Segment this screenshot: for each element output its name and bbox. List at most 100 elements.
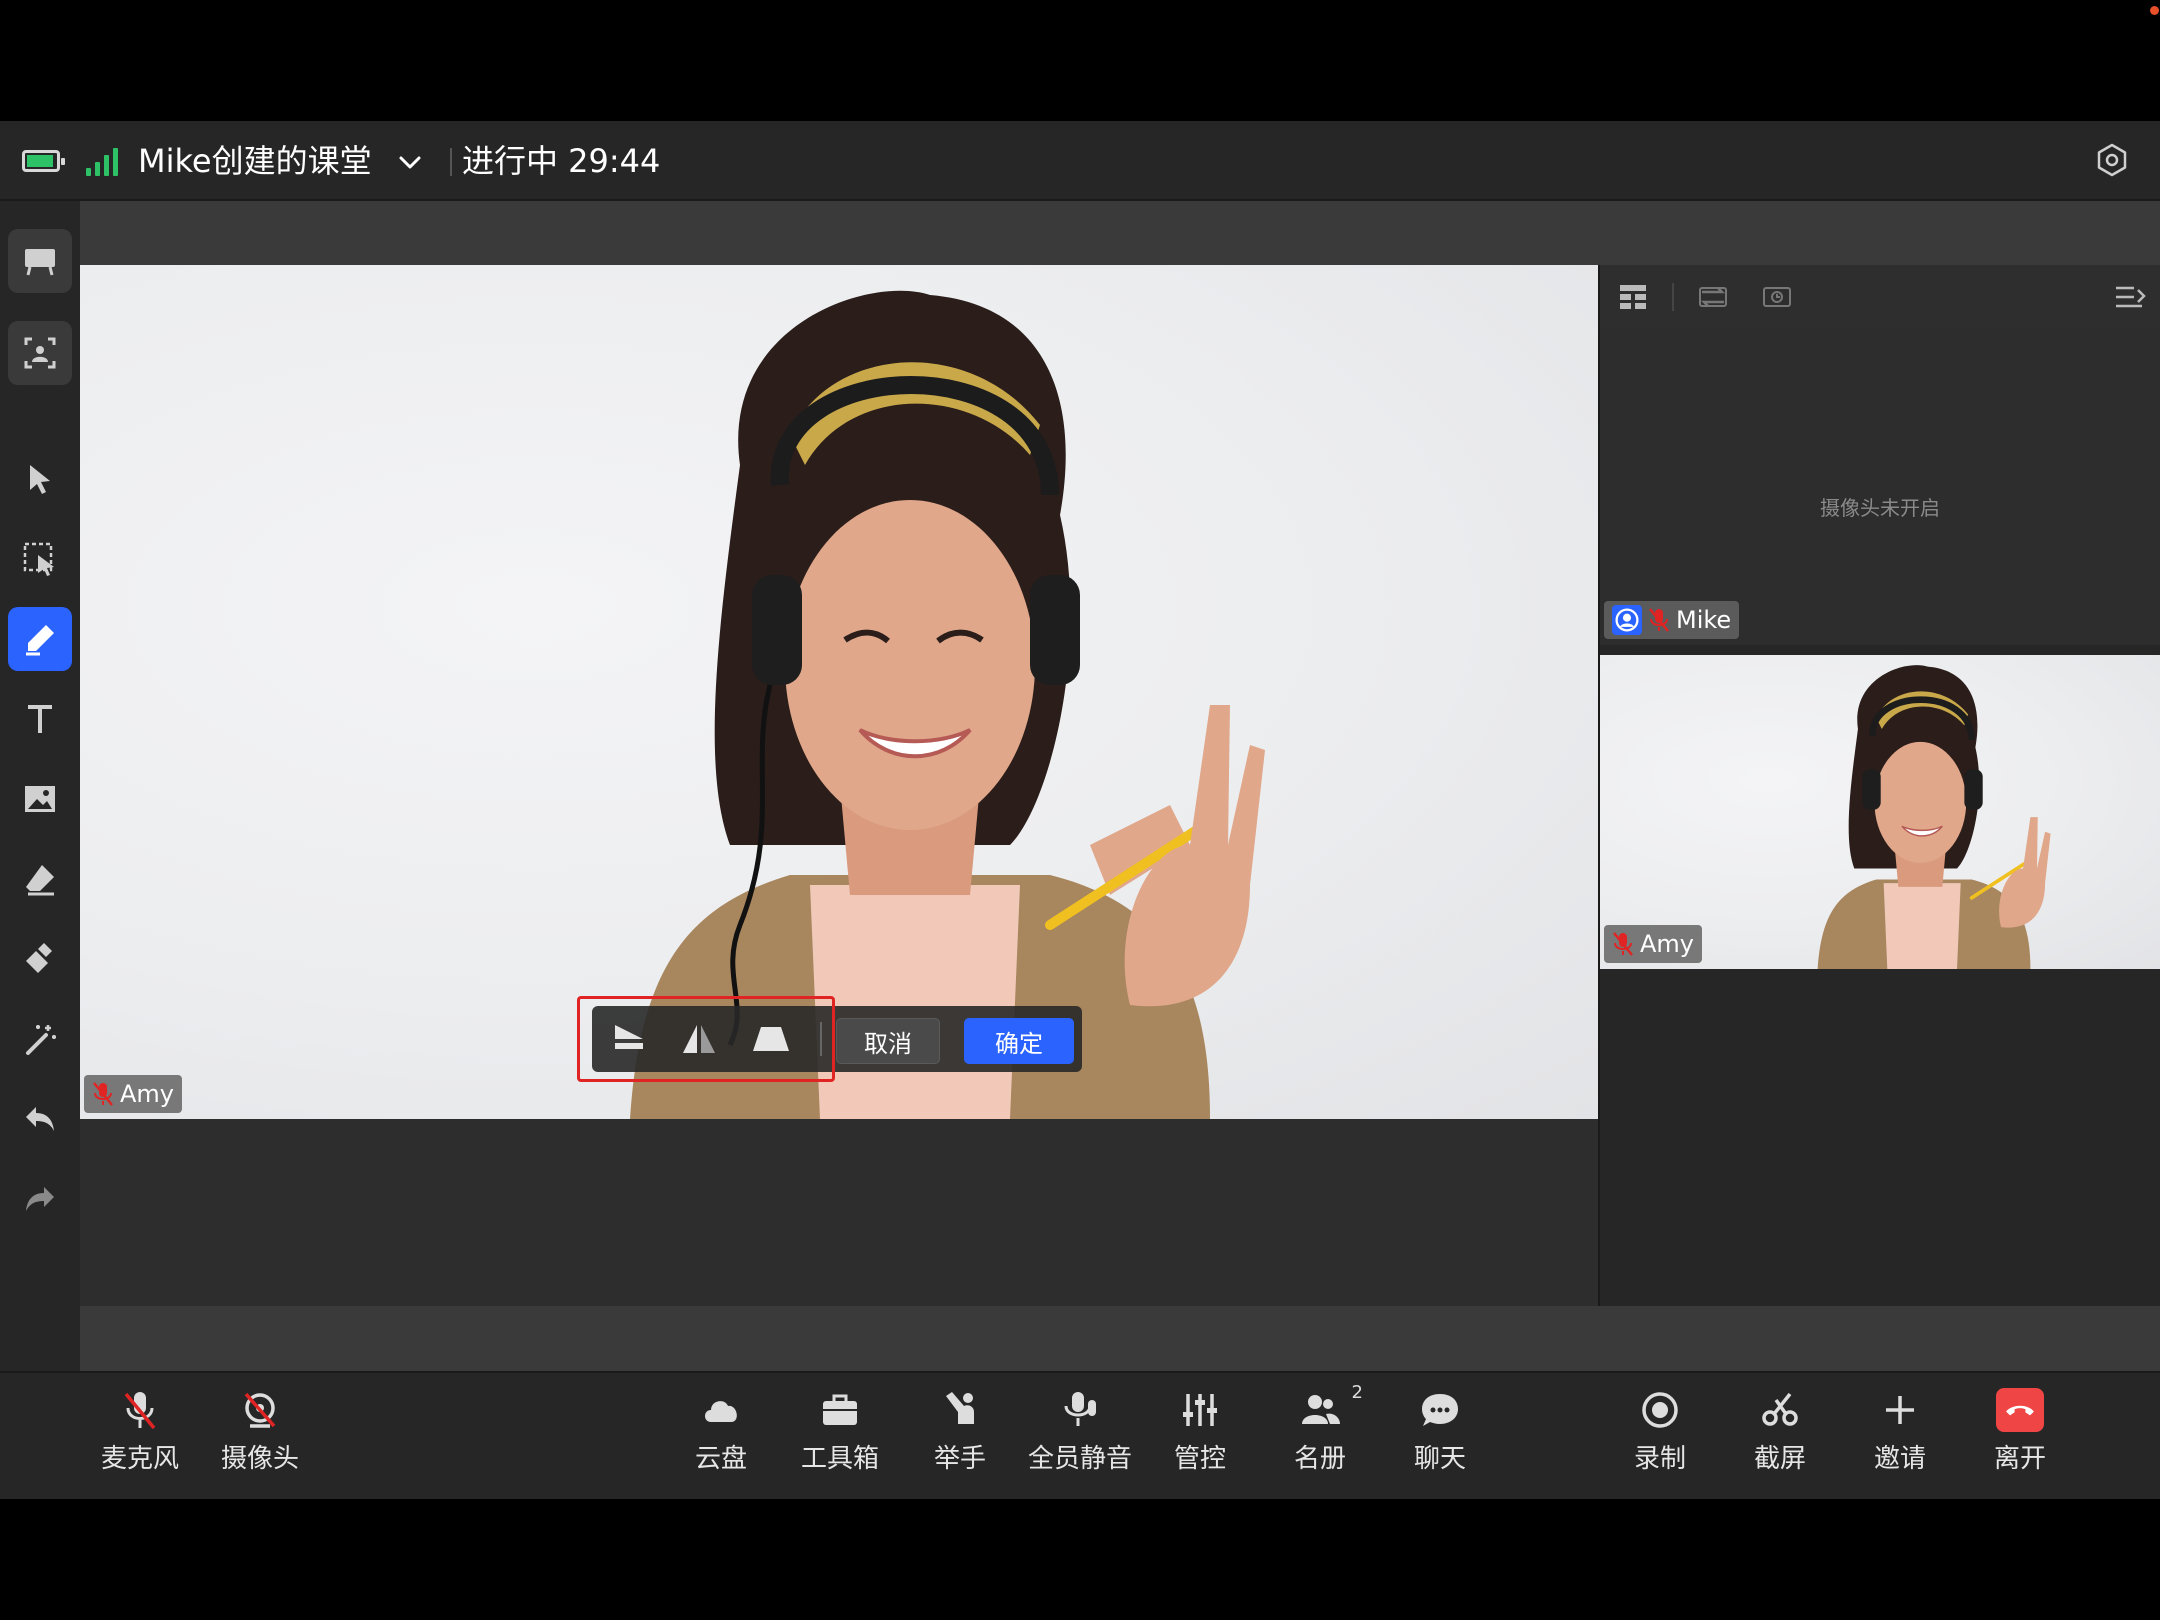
microphone-button[interactable]: 麦克风 [85,1388,195,1475]
roster-label: 名册 [1293,1444,1346,1474]
screenshot-label: 截屏 [1753,1444,1806,1474]
video-tile-mike[interactable] [1600,329,2160,645]
raise-hand-button[interactable]: 举手 [905,1388,1015,1475]
text-tool[interactable] [8,687,72,751]
mute-all-label: 全员静音 [1027,1444,1132,1474]
participant-video-frame [630,290,1265,1119]
whiteboard-icon [25,249,55,276]
video-tile-amy[interactable]: Amy [1600,655,2160,969]
header-divider [1672,283,1674,311]
undo-icon [26,1107,54,1131]
control-label: 管控 [1173,1444,1226,1474]
control-button[interactable]: 管控 [1145,1388,1255,1475]
redo-tool[interactable] [8,1167,72,1231]
toolbox-label: 工具箱 [800,1444,879,1474]
chat-button[interactable]: 聊天 [1385,1388,1495,1475]
mute-all-button[interactable]: 全员静音 [1025,1388,1135,1475]
cursor-arrow-icon [30,465,50,494]
people-icon [1302,1395,1340,1424]
undo-tool[interactable] [8,1087,72,1151]
image-icon [25,786,55,812]
pen-icon [26,625,54,656]
eraser-tool[interactable] [8,847,72,911]
participant-name: Amy [1640,930,1694,958]
mic-off-icon [124,1392,156,1430]
redo-icon [26,1187,54,1211]
highlight-box [577,996,835,1082]
roster-button[interactable]: 2 名册 [1265,1382,1375,1475]
class-status: 进行中 29:44 [462,142,661,180]
microphone-label: 麦克风 [100,1444,179,1474]
eraser-icon [26,865,54,896]
cloud-icon [705,1401,737,1422]
participant-video-thumbnail [1817,665,2051,969]
magic-wand-icon [26,1025,56,1055]
whiteboard-tool[interactable] [8,229,72,293]
stage-empty-area [80,1119,1598,1306]
chevron-down-icon[interactable] [396,148,424,176]
raise-hand-icon [946,1392,974,1424]
camera-off-label: 摄像头未开启 [1820,496,1940,520]
participant-name-tag-amy: Amy [1604,925,1702,963]
recording-indicator-dot [2150,6,2159,15]
hang-up-icon [2006,1405,2034,1416]
pen-tool[interactable] [8,607,72,671]
user-avatar-icon [1612,605,1642,635]
collapse-panel-icon[interactable] [2112,280,2146,314]
settings-icon[interactable] [2094,142,2130,178]
main-video[interactable]: Amy [80,265,1598,1119]
toolbox-button[interactable]: 工具箱 [785,1388,895,1475]
area-select-icon [23,542,54,576]
record-button[interactable]: 录制 [1605,1388,1715,1475]
mic-muted-icon [93,1082,113,1106]
participant-name-tag-mike: Mike [1604,601,1740,639]
participant-name-tag: Amy [84,1075,182,1113]
cancel-button[interactable]: 取消 [836,1018,940,1064]
area-select-tool[interactable] [8,527,72,591]
title-divider [450,148,452,176]
roster-count-badge: 2 [1351,1382,1363,1403]
left-toolbar [0,201,80,1371]
cloud-drive-label: 云盘 [694,1444,747,1474]
participant-panel-header [1600,265,2160,329]
chat-label: 聊天 [1413,1444,1466,1474]
briefcase-icon [823,1394,857,1425]
cloud-drive-button[interactable]: 云盘 [666,1388,776,1475]
plus-icon [1886,1396,1914,1424]
portrait-frame-icon [24,337,56,369]
record-icon [1642,1392,1678,1428]
battery-icon [22,150,65,172]
invite-label: 邀请 [1873,1444,1926,1474]
leave-icon-box [1996,1388,2044,1432]
participant-name: Amy [120,1080,174,1108]
leave-button[interactable]: 离开 [1965,1388,2075,1475]
raise-hand-label: 举手 [933,1444,986,1474]
swap-icon[interactable] [1696,280,1730,314]
camera-button[interactable]: 摄像头 [205,1388,315,1475]
mic-muted-icon [1649,608,1669,632]
screenshot-button[interactable]: 截屏 [1725,1388,1835,1475]
sliders-icon [1183,1394,1217,1426]
record-label: 录制 [1633,1444,1686,1474]
text-icon [28,705,52,733]
mute-all-icon [1064,1392,1096,1426]
select-tool[interactable] [8,447,72,511]
image-tool[interactable] [8,767,72,831]
gallery-view-tool[interactable] [8,321,72,385]
refresh-icon[interactable] [1760,280,1794,314]
scissors-icon [1762,1392,1798,1426]
class-title[interactable]: Mike创建的课堂 [138,138,372,184]
clear-tool[interactable] [8,927,72,991]
chat-icon [1422,1394,1458,1426]
broom-icon [26,943,52,973]
invite-button[interactable]: 邀请 [1845,1388,1955,1475]
camera-label: 摄像头 [220,1444,299,1474]
signal-strength-icon [86,146,118,176]
camera-off-icon [244,1392,276,1428]
mic-muted-icon [1613,932,1633,956]
participant-name: Mike [1676,606,1732,634]
confirm-button[interactable]: 确定 [964,1018,1074,1064]
grid-layout-icon[interactable] [1616,280,1650,314]
leave-label: 离开 [1993,1444,2046,1474]
laser-pointer-tool[interactable] [8,1007,72,1071]
